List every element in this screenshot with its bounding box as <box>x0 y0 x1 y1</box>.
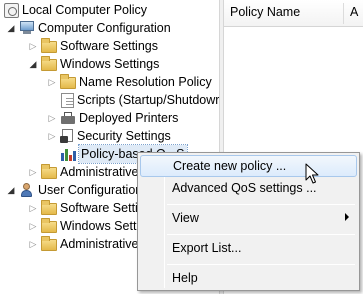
tree-item-user-configuration[interactable]: ◢ User Configuration <box>6 181 142 199</box>
expanded-arrow-icon[interactable]: ◢ <box>6 23 16 33</box>
folder-icon <box>41 164 57 179</box>
tree-item-windows-settings[interactable]: ◢ Windows Settings <box>28 55 159 73</box>
list-column-header: Policy Name A <box>224 0 363 27</box>
menu-item-label: View <box>172 211 199 225</box>
tree-item-software-settings[interactable]: ▷ Software Settings <box>28 37 158 55</box>
tree-item-label: Scripts (Startup/Shutdowr <box>77 93 219 107</box>
expanded-arrow-icon[interactable]: ◢ <box>6 185 16 195</box>
menu-separator <box>167 234 355 235</box>
security-icon <box>60 128 74 144</box>
tree-item-computer-configuration[interactable]: ◢ Computer Configuration <box>6 19 171 37</box>
tree-item-user-software-settings[interactable]: ▷ Software Settin <box>28 199 145 217</box>
tree-item-label: Windows Settin <box>60 219 147 233</box>
collapsed-arrow-icon[interactable]: ▷ <box>28 203 38 213</box>
collapsed-arrow-icon[interactable]: ▷ <box>28 239 38 249</box>
tree-item-label: Windows Settings <box>60 57 160 71</box>
tree-item-label: Computer Configuration <box>38 21 171 35</box>
tree-item-administrative-templates[interactable]: ▷ Administrative <box>28 163 139 181</box>
context-menu: Create new policy ... Advanced QoS setti… <box>137 152 360 291</box>
menu-item-help[interactable]: Help <box>140 267 357 289</box>
folder-icon <box>41 200 57 215</box>
collapsed-arrow-icon[interactable]: ▷ <box>47 77 57 87</box>
menu-item-export-list[interactable]: Export List... <box>140 237 357 259</box>
tree-item-label: Administrative <box>60 165 139 179</box>
document-icon <box>61 92 74 108</box>
mouse-pointer-icon <box>305 163 319 184</box>
column-divider[interactable] <box>343 3 344 24</box>
scroll-icon <box>4 2 19 18</box>
collapsed-arrow-icon[interactable]: ▷ <box>47 113 57 123</box>
menu-item-advanced-qos-settings[interactable]: Advanced QoS settings ... <box>140 177 357 199</box>
folder-icon <box>41 56 57 71</box>
menu-item-label: Export List... <box>172 241 242 255</box>
tree-item-security-settings[interactable]: ▷ Security Settings <box>47 127 171 145</box>
tree-item-scripts[interactable]: Scripts (Startup/Shutdowr <box>60 91 219 109</box>
menu-item-view[interactable]: View <box>140 207 357 229</box>
tree-item-deployed-printers[interactable]: ▷ Deployed Printers <box>47 109 179 127</box>
menu-item-create-new-policy[interactable]: Create new policy ... <box>140 155 357 177</box>
tree-item-label: Name Resolution Policy <box>79 75 212 89</box>
tree-item-name-resolution-policy[interactable]: ▷ Name Resolution Policy <box>47 73 212 91</box>
expanded-arrow-icon[interactable]: ◢ <box>28 59 38 69</box>
menu-item-label: Help <box>172 271 198 285</box>
folder-icon <box>60 74 76 89</box>
column-header-policy-name[interactable]: Policy Name <box>230 5 300 19</box>
tree-item-user-windows-settings[interactable]: ▷ Windows Settin <box>28 217 146 235</box>
collapsed-arrow-icon[interactable]: ▷ <box>28 221 38 231</box>
tree-item-label: Software Settin <box>60 201 145 215</box>
column-header-next[interactable]: A <box>350 5 358 19</box>
printer-icon <box>60 111 76 125</box>
bar-chart-icon <box>60 147 76 161</box>
menu-item-label: Create new policy ... <box>173 159 287 173</box>
collapsed-arrow-icon[interactable]: ▷ <box>47 131 57 141</box>
menu-separator <box>167 204 355 205</box>
menu-item-label: Advanced QoS settings ... <box>172 181 317 195</box>
collapsed-arrow-icon[interactable]: ▷ <box>28 41 38 51</box>
tree-item-local-computer-policy[interactable]: Local Computer Policy <box>4 1 147 19</box>
tree-item-user-administrative-templates[interactable]: ▷ Administrative <box>28 235 139 253</box>
tree-item-label: Deployed Printers <box>79 111 179 125</box>
tree-item-label: Administrative <box>60 237 139 251</box>
tree-item-label: Software Settings <box>60 39 158 53</box>
tree-item-label: User Configuration <box>38 183 143 197</box>
computer-icon <box>19 21 35 35</box>
collapsed-arrow-icon[interactable]: ▷ <box>28 167 38 177</box>
submenu-arrow-icon <box>345 213 349 221</box>
tree-item-label: Local Computer Policy <box>22 3 148 17</box>
tree-item-label: Security Settings <box>77 129 171 143</box>
menu-separator <box>167 264 355 265</box>
user-icon <box>19 182 35 198</box>
folder-icon <box>41 38 57 53</box>
folder-icon <box>41 236 57 251</box>
folder-icon <box>41 218 57 233</box>
